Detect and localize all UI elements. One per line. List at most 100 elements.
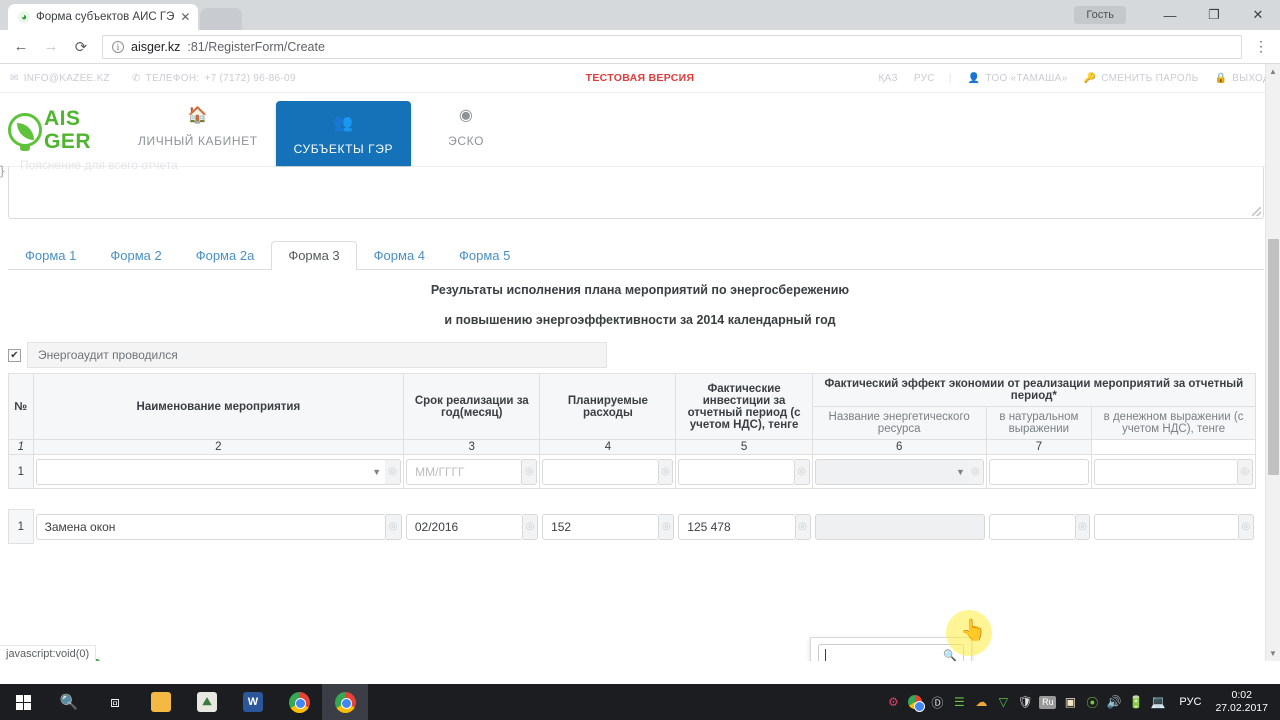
tab-forma-2a[interactable]: Форма 2а: [179, 241, 272, 270]
reload-icon[interactable]: ⟳: [68, 34, 94, 60]
window-icon[interactable]: ▣: [1059, 684, 1081, 720]
measure-name-stepper[interactable]: ◎: [384, 458, 402, 485]
money-value-stepper[interactable]: ◎: [1237, 458, 1253, 485]
utorrent-icon[interactable]: ▽: [992, 684, 1014, 720]
th-planned-costs: Планируемые расходы: [539, 373, 677, 440]
resource-name-select[interactable]: [814, 458, 970, 485]
language-indicator[interactable]: РУС: [1169, 696, 1211, 708]
th-effect-group: Фактический эффект экономии от реализаци…: [811, 373, 1257, 407]
back-icon[interactable]: ←: [8, 34, 34, 60]
money-value-field[interactable]: [1094, 513, 1239, 540]
company-link[interactable]: 👤 ТОО «ТАМАША»: [968, 73, 1068, 84]
logout-link[interactable]: 🔒 ВЫХОД: [1215, 73, 1270, 84]
browser-tab[interactable]: ◕ Форма субъектов АИС ГЭ ✕: [8, 4, 199, 30]
energy-audit-checkbox[interactable]: ✔: [8, 348, 21, 362]
natural-value-stepper[interactable]: ◎: [1075, 513, 1091, 540]
actual-investments-input[interactable]: [678, 458, 795, 485]
browser-toolbar: ← → ⟳ i aisger.kz:81/RegisterForm/Create…: [0, 30, 1280, 64]
scroll-down-icon[interactable]: ▼: [1266, 646, 1280, 661]
planned-costs-stepper[interactable]: ◎: [658, 458, 674, 485]
term-stepper[interactable]: ◎: [522, 458, 538, 485]
minimize-icon[interactable]: —: [1148, 0, 1192, 30]
actual-investments-value[interactable]: 125 478: [678, 513, 796, 540]
site-topbar: ✉ INFO@KAZEE.KZ ✆ ТЕЛЕФОН: +7 (7172) 96-…: [0, 64, 1280, 93]
chrome-icon-active[interactable]: [322, 684, 368, 720]
tab-forma-3[interactable]: Форма 3: [271, 241, 357, 270]
word-icon[interactable]: W: [230, 684, 276, 720]
colnum-5: 5: [675, 439, 813, 455]
close-window-icon[interactable]: ✕: [1236, 0, 1280, 30]
measure-name-value[interactable]: Замена окон: [35, 513, 386, 540]
file-explorer-icon[interactable]: [138, 684, 184, 720]
term-input[interactable]: ММ/ГГГГ: [406, 458, 523, 485]
money-value-stepper[interactable]: ◎: [1238, 513, 1254, 540]
tab-forma-1[interactable]: Форма 1: [8, 241, 93, 270]
term-value[interactable]: 02/2016: [405, 513, 524, 540]
site-info-icon[interactable]: i: [112, 40, 124, 53]
colnum-2: 2: [32, 439, 405, 455]
planned-costs-value[interactable]: 152: [542, 513, 660, 540]
dropdown-search-box[interactable]: 🔍: [818, 644, 964, 661]
app-red-icon[interactable]: ⚙: [882, 684, 904, 720]
task-view-icon[interactable]: ⧈: [92, 684, 138, 720]
report-comment-textarea[interactable]: [8, 167, 1264, 219]
pinterest-icon[interactable]: Ⓓ: [926, 684, 948, 720]
bulb-leaf-logo-icon: [8, 112, 42, 147]
actual-investments-stepper[interactable]: ◎: [794, 458, 810, 485]
energy-audit-row: ✔ Энергоаудит проводился: [8, 342, 607, 368]
browser-menu-icon[interactable]: ⋮: [1250, 34, 1272, 60]
cloud-icon[interactable]: ☁: [970, 684, 992, 720]
nav-item-subjects-ger[interactable]: 👥 СУБЪЕКТЫ ГЭР: [275, 101, 412, 166]
term-stepper[interactable]: ◎: [523, 513, 539, 540]
volume-icon[interactable]: 🔊: [1103, 684, 1125, 720]
actual-investments-stepper[interactable]: ◎: [795, 513, 811, 540]
shield-icon[interactable]: 🛡: [1014, 684, 1036, 720]
scroll-up-icon[interactable]: ▲: [1266, 64, 1280, 79]
lang-ru-link[interactable]: РУС: [914, 73, 935, 84]
email-contact[interactable]: ✉ INFO@KAZEE.KZ: [10, 73, 110, 84]
new-tab-button[interactable]: [200, 8, 243, 30]
money-value-input[interactable]: [1094, 458, 1238, 485]
list-green-icon[interactable]: ☰: [948, 684, 970, 720]
scrollbar-thumb[interactable]: [1268, 239, 1279, 475]
colnum-7: 7: [985, 439, 1093, 455]
colnum-6: 6: [811, 439, 987, 455]
tab-forma-5[interactable]: Форма 5: [442, 241, 527, 270]
start-icon[interactable]: [0, 684, 46, 720]
planned-costs-stepper[interactable]: ◎: [659, 513, 675, 540]
ru-keyboard-icon[interactable]: Ru: [1039, 695, 1057, 709]
measure-name-select[interactable]: [35, 458, 386, 485]
search-icon[interactable]: 🔍: [46, 684, 92, 720]
address-bar[interactable]: i aisger.kz:81/RegisterForm/Create: [102, 34, 1242, 59]
tab-forma-4[interactable]: Форма 4: [357, 241, 442, 270]
logo[interactable]: AIS GER: [0, 93, 120, 166]
network-icon[interactable]: 💻: [1147, 684, 1169, 720]
nav-item-personal-cabinet[interactable]: 🏠 ЛИЧНЫЙ КАБИНЕТ: [120, 93, 276, 166]
close-icon[interactable]: ✕: [180, 10, 190, 24]
chrome-icon[interactable]: [276, 684, 322, 720]
natural-value-field[interactable]: [988, 513, 1076, 540]
change-password-link[interactable]: 🔑 СМЕНИТЬ ПАРОЛЬ: [1083, 73, 1198, 84]
phone-contact: ✆ ТЕЛЕФОН: +7 (7172) 96-86-09: [132, 73, 296, 84]
chrome-tray-icon[interactable]: [904, 684, 926, 720]
measure-name-stepper[interactable]: ◎: [385, 513, 402, 540]
nav-item-esco[interactable]: ◉ ЭСКО: [411, 93, 521, 166]
image-viewer-icon[interactable]: ⛰: [184, 684, 230, 720]
clock[interactable]: 0:02 27.02.2017: [1211, 689, 1276, 715]
lang-kz-link[interactable]: ҚАЗ: [879, 73, 898, 84]
forward-icon[interactable]: →: [38, 34, 64, 60]
planned-costs-input[interactable]: [542, 458, 659, 485]
guest-profile-button[interactable]: Гость: [1074, 6, 1126, 24]
measures-table: № Наименование мероприятия Срок реализац…: [8, 373, 1257, 489]
th-resource-name: Название энергетического ресурса: [811, 406, 987, 440]
maximize-icon[interactable]: ❐: [1192, 0, 1236, 30]
lock-icon: 🔒: [1214, 72, 1228, 84]
page-scrollbar[interactable]: ▲ ▼: [1265, 64, 1280, 661]
resource-name-dropdown-trigger[interactable]: [814, 513, 985, 540]
natural-value-input[interactable]: [988, 458, 1090, 485]
resize-handle[interactable]: [1252, 207, 1261, 216]
leaf-green-icon[interactable]: ⦿: [1081, 684, 1103, 720]
battery-icon[interactable]: 🔋: [1125, 684, 1147, 720]
tab-forma-2[interactable]: Форма 2: [93, 241, 178, 270]
resource-name-stepper[interactable]: ◎: [968, 458, 984, 485]
